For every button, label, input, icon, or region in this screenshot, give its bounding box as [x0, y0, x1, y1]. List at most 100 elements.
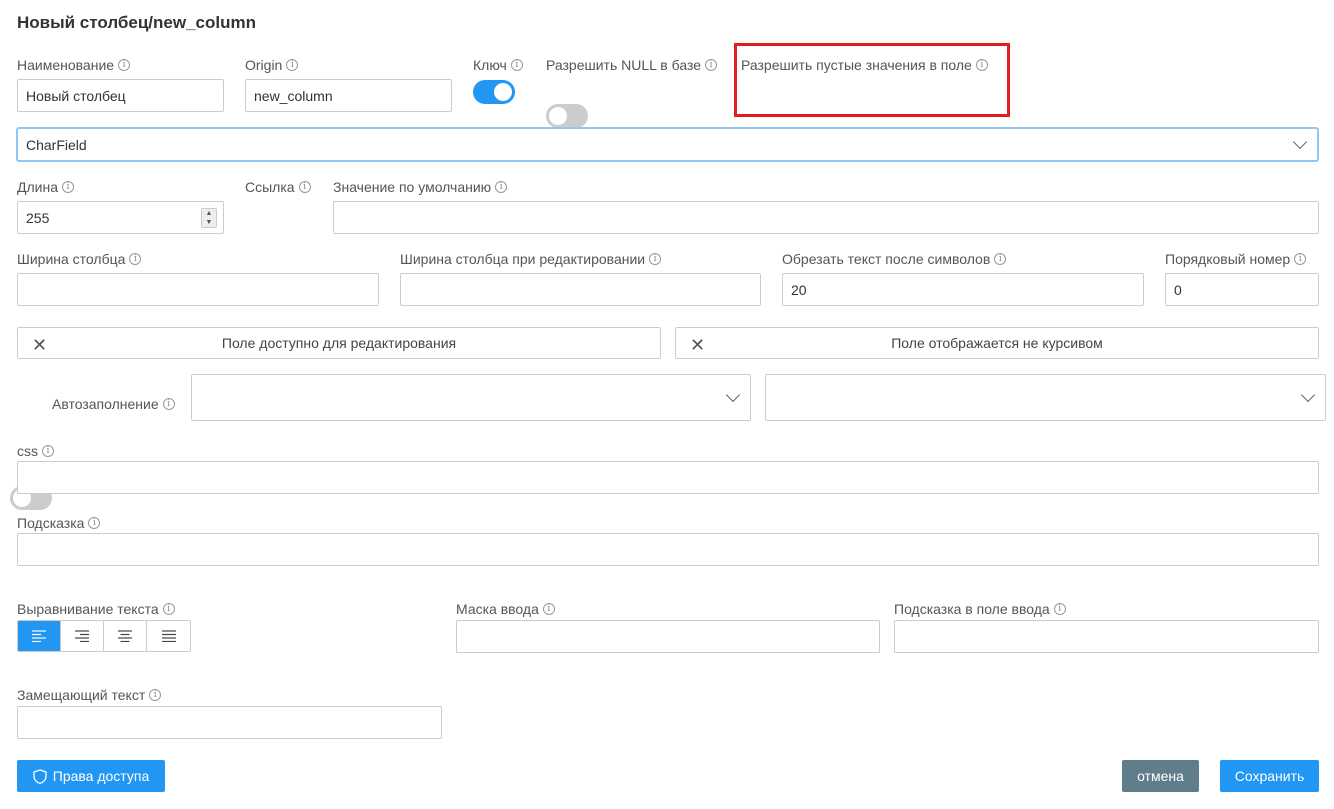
truncate-input[interactable]: 20: [782, 273, 1144, 306]
chevron-down-icon: [1292, 134, 1308, 149]
access-rights-label: Права доступа: [52, 768, 150, 784]
info-icon: i: [88, 517, 101, 529]
info-icon: i: [1053, 603, 1066, 615]
info-icon: i: [298, 181, 311, 193]
link-label-text: Ссылка: [245, 179, 295, 195]
info-icon: i: [286, 59, 299, 71]
info-icon: i: [42, 445, 54, 457]
text-align-label-text: Выравнивание текста: [17, 601, 159, 617]
css-input[interactable]: [17, 461, 1319, 494]
info-icon: i: [1294, 253, 1307, 265]
origin-label-text: Origin: [245, 57, 283, 73]
autofill-source-select[interactable]: [191, 374, 751, 421]
allow-null-label-text: Разрешить NULL в базе: [546, 57, 702, 73]
chevron-down-icon: [1300, 387, 1316, 402]
allow-null-toggle[interactable]: [546, 104, 588, 128]
truncate-label-text: Обрезать текст после символов: [782, 251, 991, 267]
input-mask-label: Маска ввода i: [456, 601, 555, 617]
align-center-button[interactable]: [104, 621, 147, 651]
order-label-text: Порядковый номер: [1165, 251, 1291, 267]
css-label-text: css: [17, 443, 38, 459]
toggle-knob: [549, 107, 567, 125]
input-hint-input[interactable]: [894, 620, 1319, 653]
default-value-label-text: Значение по умолчанию: [333, 179, 492, 195]
allow-null-label: Разрешить NULL в базе i: [546, 57, 718, 73]
info-icon: i: [705, 59, 718, 71]
cancel-button[interactable]: отмена: [1122, 760, 1199, 792]
info-icon: i: [510, 59, 523, 71]
italic-chip[interactable]: ✕ Поле отображается не курсивом: [675, 327, 1319, 359]
info-icon: i: [495, 181, 508, 193]
css-label: css i: [17, 443, 54, 459]
chevron-down-icon: [725, 387, 741, 402]
close-icon[interactable]: ✕: [690, 335, 705, 356]
order-input[interactable]: 0: [1165, 273, 1319, 306]
editable-chip[interactable]: ✕ Поле доступно для редактирования: [17, 327, 661, 359]
italic-chip-label: Поле отображается не курсивом: [891, 335, 1103, 351]
replace-text-label-text: Замещающий текст: [17, 687, 146, 703]
autofill-label-text: Автозаполнение: [52, 396, 159, 412]
key-label: Ключ i: [473, 57, 523, 73]
autofill-field-select[interactable]: [765, 374, 1326, 421]
info-icon: i: [162, 398, 175, 410]
toggle-knob: [494, 83, 512, 101]
link-label: Ссылка i: [245, 179, 311, 195]
field-type-value: CharField: [26, 136, 87, 153]
info-icon: i: [149, 689, 162, 701]
page-title: Новый столбец/new_column: [17, 13, 256, 32]
hint-label: Подсказка i: [17, 515, 101, 531]
truncate-label: Обрезать текст после символов i: [782, 251, 1007, 267]
info-icon: i: [118, 59, 131, 71]
default-value-input[interactable]: [333, 201, 1319, 234]
editable-chip-label: Поле доступно для редактирования: [221, 335, 457, 351]
shield-icon: [33, 768, 47, 784]
key-toggle[interactable]: [473, 80, 515, 104]
input-mask-input[interactable]: [456, 620, 880, 653]
align-left-button[interactable]: [18, 621, 61, 651]
info-icon: i: [129, 253, 142, 265]
align-center-icon: [118, 630, 132, 642]
edit-width-input[interactable]: [400, 273, 761, 306]
align-justify-icon: [161, 630, 176, 642]
close-icon[interactable]: ✕: [32, 335, 47, 356]
edit-width-label: Ширина столбца при редактировании i: [400, 251, 662, 267]
length-input[interactable]: 255 ▲ ▼: [17, 201, 224, 234]
replace-text-input[interactable]: [17, 706, 442, 739]
highlight-box: [734, 43, 1010, 117]
name-input[interactable]: Новый столбец: [17, 79, 224, 112]
name-label-text: Наименование: [17, 57, 115, 73]
access-rights-button[interactable]: Права доступа: [17, 760, 165, 792]
length-value: 255: [26, 209, 50, 226]
order-label: Порядковый номер i: [1165, 251, 1307, 267]
column-width-label-text: Ширина столбца: [17, 251, 126, 267]
info-icon: i: [62, 181, 74, 193]
autofill-label: Автозаполнение i: [52, 396, 175, 412]
key-label-text: Ключ: [473, 57, 507, 73]
column-width-label: Ширина столбца i: [17, 251, 142, 267]
default-value-label: Значение по умолчанию i: [333, 179, 508, 195]
input-hint-label-text: Подсказка в поле ввода: [894, 601, 1050, 617]
info-icon: i: [994, 253, 1007, 265]
edit-width-label-text: Ширина столбца при редактировании: [400, 251, 646, 267]
hint-input[interactable]: [17, 533, 1319, 566]
field-type-select[interactable]: CharField: [16, 127, 1319, 162]
hint-label-text: Подсказка: [17, 515, 85, 531]
info-icon: i: [162, 603, 175, 615]
origin-input[interactable]: new_column: [245, 79, 452, 112]
align-right-button[interactable]: [61, 621, 104, 651]
name-label: Наименование i: [17, 57, 131, 73]
replace-text-label: Замещающий текст i: [17, 687, 162, 703]
origin-label: Origin i: [245, 57, 299, 73]
length-label: Длина i: [17, 179, 74, 195]
input-mask-label-text: Маска ввода: [456, 601, 539, 617]
info-icon: i: [542, 603, 555, 615]
align-right-icon: [75, 630, 89, 642]
info-icon: i: [649, 253, 662, 265]
text-align-label: Выравнивание текста i: [17, 601, 175, 617]
align-justify-button[interactable]: [147, 621, 190, 651]
input-hint-label: Подсказка в поле ввода i: [894, 601, 1066, 617]
length-label-text: Длина: [17, 179, 58, 195]
spinner-icon[interactable]: ▲ ▼: [201, 208, 217, 228]
save-button[interactable]: Сохранить: [1220, 760, 1319, 792]
column-width-input[interactable]: [17, 273, 379, 306]
